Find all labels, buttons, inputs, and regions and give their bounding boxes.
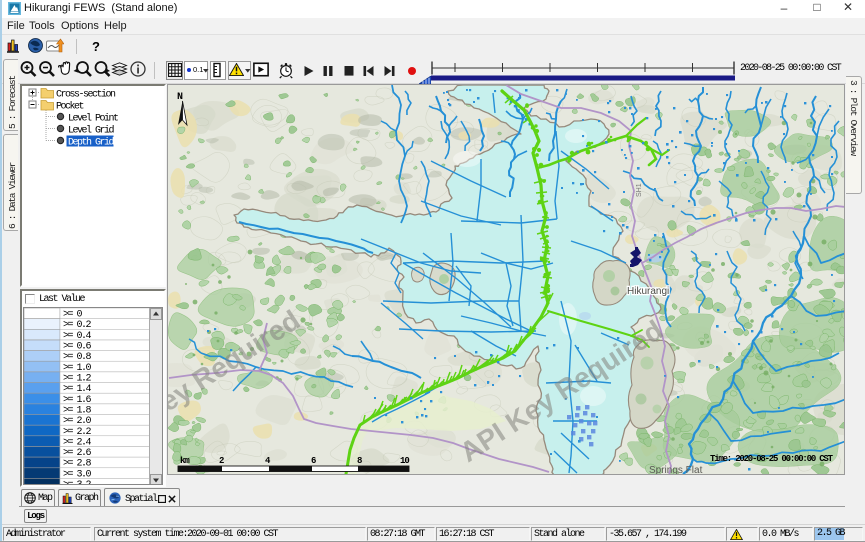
svg-text:Time: 2020-08-25 00:00:00 CST: Time: 2020-08-25 00:00:00 CST	[710, 454, 834, 464]
svg-text:Level Grid: Level Grid	[68, 125, 115, 137]
svg-text:2: 2	[219, 456, 224, 466]
svg-text:6: 6	[311, 456, 316, 466]
svg-text:8: 8	[357, 456, 362, 466]
svg-text:Cross-section: Cross-section	[56, 89, 116, 101]
svg-text:10: 10	[400, 456, 409, 466]
svg-text:Pocket: Pocket	[56, 101, 84, 113]
svg-text:>= 3.2: >= 3.2	[63, 480, 92, 485]
svg-text:SH1: SH1	[636, 183, 643, 197]
svg-text:Depth Grid: Depth Grid	[68, 137, 115, 149]
svg-text:Springs Flat: Springs Flat	[649, 465, 703, 474]
svg-text:Hikurangi: Hikurangi	[627, 286, 669, 297]
svg-text:Level Point: Level Point	[68, 113, 118, 125]
